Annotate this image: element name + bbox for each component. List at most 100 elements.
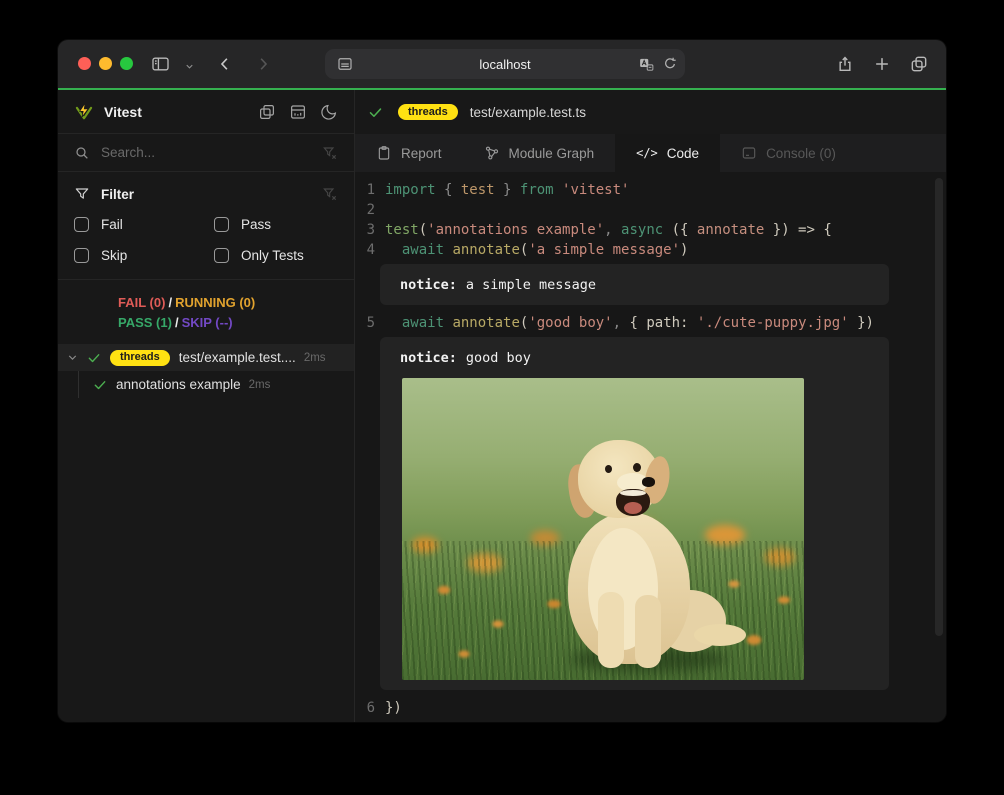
module-graph-icon: [484, 145, 500, 161]
panels-icon[interactable]: [258, 103, 276, 121]
tab-bar: Report Module Graph </> Code: [355, 134, 946, 172]
puppy-front-leg: [635, 595, 661, 668]
checkbox-box[interactable]: [74, 217, 89, 232]
annotation-notice: notice: good boy: [380, 337, 889, 690]
indent-guide: [78, 371, 79, 398]
sidebar-chevron-down-icon[interactable]: [184, 59, 195, 77]
tree-item-test-case[interactable]: annotations example 2ms: [58, 371, 354, 398]
checkbox-box[interactable]: [214, 217, 229, 232]
code-icon: </>: [636, 146, 658, 160]
puppy-rear-paw: [694, 624, 746, 646]
scrollbar-thumb[interactable]: [935, 178, 943, 636]
tab-label: Console (0): [766, 146, 836, 161]
zoom-window-button[interactable]: [120, 57, 133, 70]
puppy-front-leg: [598, 592, 624, 668]
website-settings-icon[interactable]: [336, 55, 354, 78]
url-text[interactable]: localhost: [325, 57, 685, 72]
filter-section: Filter Fail: [58, 172, 354, 280]
puppy-eye: [633, 463, 641, 472]
notice-label: notice:: [400, 350, 457, 366]
notice-message: good boy: [466, 350, 531, 366]
tab-report[interactable]: Report: [355, 134, 463, 172]
fail-count: FAIL (0): [118, 295, 165, 310]
skip-count: SKIP (--): [182, 315, 233, 330]
tab-label: Report: [401, 146, 442, 161]
code-line: 2: [355, 200, 946, 220]
address-bar[interactable]: localhost: [325, 49, 685, 79]
code-line: 3test('annotations example', async ({ an…: [355, 220, 946, 240]
dashboard-icon[interactable]: [289, 103, 307, 121]
tree-item-test-file[interactable]: threads test/example.test.... 2ms: [58, 344, 354, 371]
search-bar: [58, 134, 354, 172]
sidebar-toggle-icon[interactable]: [150, 54, 171, 79]
file-header: threads test/example.test.ts: [355, 90, 946, 134]
check-icon: [368, 105, 383, 120]
main-panel: threads test/example.test.ts Report: [355, 90, 946, 722]
pool-badge: threads: [398, 104, 458, 120]
browser-titlebar: localhost: [58, 40, 946, 88]
checkbox-only-tests[interactable]: Only Tests: [214, 244, 338, 266]
filter-icon: [74, 186, 90, 202]
annotation-notice: notice: a simple message: [380, 264, 889, 305]
theme-toggle-moon-icon[interactable]: [320, 103, 338, 121]
browser-window: localhost: [58, 40, 946, 722]
notice-message: a simple message: [466, 277, 596, 293]
vitest-sidebar: Vitest: [58, 90, 355, 722]
checkbox-skip[interactable]: Skip: [74, 244, 214, 266]
checkbox-box[interactable]: [214, 248, 229, 263]
search-icon: [74, 145, 90, 161]
test-name: annotations example: [116, 377, 241, 392]
search-input[interactable]: [101, 145, 311, 160]
reload-icon[interactable]: [662, 56, 678, 77]
tab-console[interactable]: Console (0): [720, 134, 857, 172]
running-count: RUNNING (0): [175, 295, 255, 310]
back-button[interactable]: [216, 54, 234, 79]
tab-label: Code: [667, 146, 699, 161]
code-line: 5 await annotate('good boy', { path: './…: [355, 313, 946, 333]
chevron-down-icon[interactable]: [66, 351, 79, 364]
code-line: 1import { test } from 'vitest': [355, 180, 946, 200]
translate-icon[interactable]: [638, 56, 655, 78]
notice-label: notice:: [400, 277, 457, 293]
checkbox-label: Fail: [101, 217, 123, 232]
console-icon: [741, 145, 757, 161]
minimize-window-button[interactable]: [99, 57, 112, 70]
tab-overview-icon[interactable]: [909, 54, 929, 79]
test-summary: FAIL (0)/RUNNING (0) PASS (1)/SKIP (--): [58, 280, 354, 343]
clear-filter-icon[interactable]: [322, 145, 338, 161]
line-number: 6: [355, 698, 375, 718]
duration: 2ms: [249, 379, 271, 391]
tab-module-graph[interactable]: Module Graph: [463, 134, 616, 172]
open-file-name: test/example.test.ts: [470, 105, 586, 120]
checkbox-label: Only Tests: [241, 248, 304, 263]
check-icon: [87, 351, 101, 365]
checkbox-box[interactable]: [74, 248, 89, 263]
line-number: 1: [355, 180, 375, 200]
tab-label: Module Graph: [509, 146, 595, 161]
tab-code[interactable]: </> Code: [615, 134, 720, 172]
forward-button[interactable]: [254, 54, 272, 79]
puppy-teeth: [620, 490, 646, 496]
code-viewer: 1import { test } from 'vitest'23test('an…: [355, 172, 946, 722]
line-number: 2: [355, 200, 375, 220]
report-icon: [376, 145, 392, 161]
clear-filter-icon[interactable]: [322, 186, 338, 202]
code-line: 4 await annotate('a simple message'): [355, 240, 946, 260]
checkbox-fail[interactable]: Fail: [74, 213, 214, 235]
sidebar-header: Vitest: [58, 90, 354, 134]
checkbox-label: Skip: [101, 248, 127, 263]
line-number: 3: [355, 220, 375, 240]
app-title: Vitest: [104, 104, 142, 120]
puppy-nose: [642, 477, 655, 487]
share-icon[interactable]: [835, 54, 855, 79]
test-tree: threads test/example.test.... 2ms annota…: [58, 344, 354, 398]
checkbox-label: Pass: [241, 217, 271, 232]
new-tab-icon[interactable]: [872, 54, 892, 79]
checkbox-pass[interactable]: Pass: [214, 213, 338, 235]
duration: 2ms: [304, 352, 326, 364]
vitest-logo-icon: [74, 102, 94, 122]
puppy-attachment-image[interactable]: [402, 378, 804, 680]
file-name: test/example.test....: [179, 350, 296, 365]
close-window-button[interactable]: [78, 57, 91, 70]
check-icon: [93, 378, 107, 392]
